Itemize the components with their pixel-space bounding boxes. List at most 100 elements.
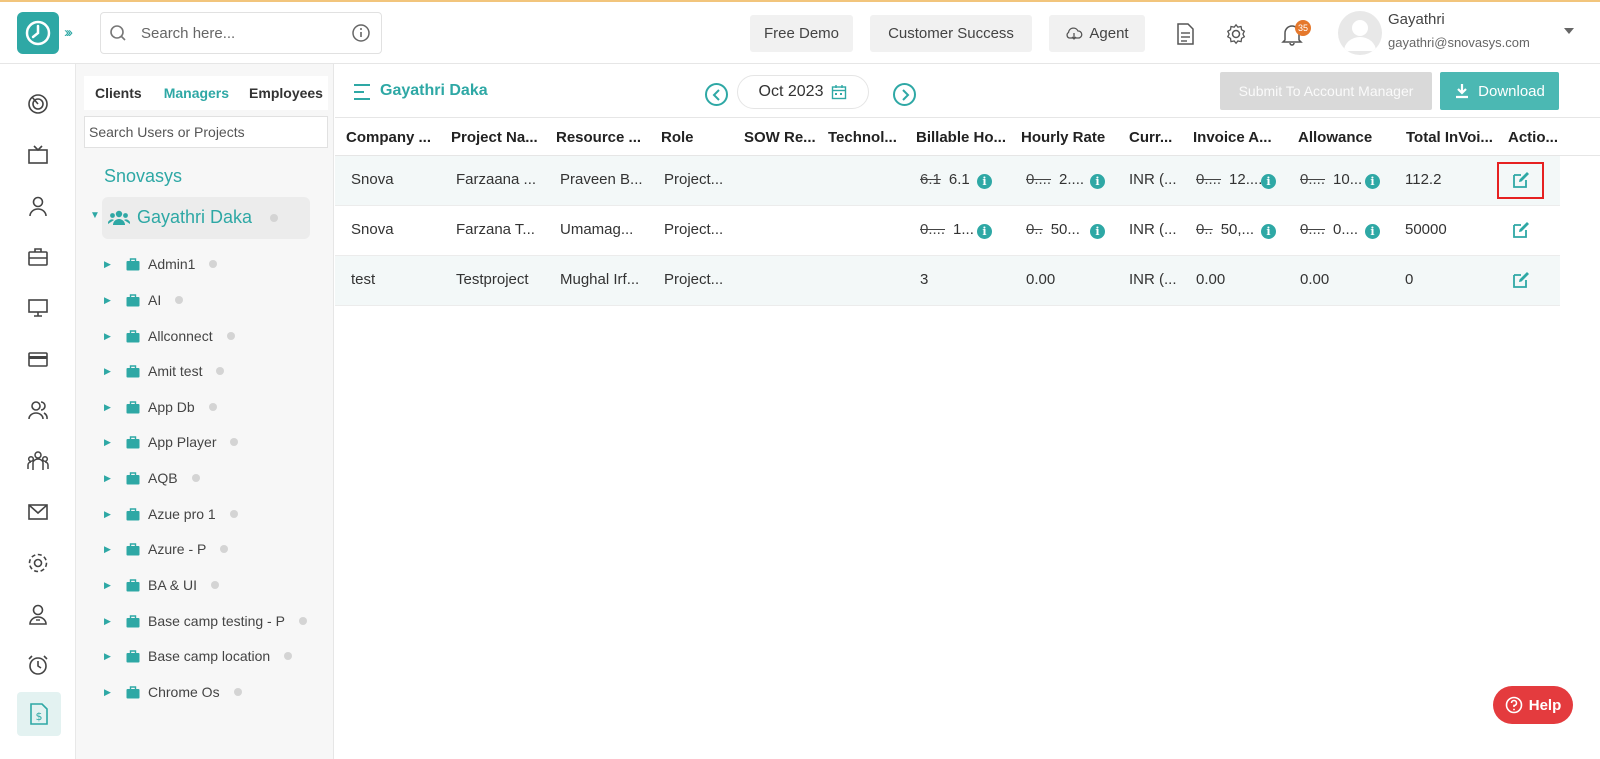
tree-project-item[interactable]: ▶ AI [104, 290, 184, 310]
expand-caret-icon[interactable]: ▶ [104, 544, 126, 555]
tree-project-item[interactable]: ▶ Amit test [104, 361, 225, 381]
expand-caret-icon[interactable]: ▶ [104, 616, 126, 627]
manager-node[interactable]: Gayathri Daka [102, 197, 310, 239]
search-input[interactable] [141, 24, 331, 42]
status-dot [233, 688, 242, 696]
next-month-icon[interactable] [893, 83, 916, 106]
expand-caret-icon[interactable]: ▶ [104, 651, 126, 662]
help-button[interactable]: Help [1493, 686, 1573, 724]
user-icon[interactable] [24, 192, 52, 220]
tab-employees[interactable]: Employees [249, 85, 323, 101]
tv-icon[interactable] [24, 141, 52, 169]
table-row[interactable]: test Testproject Mughal Irf... Project... 3 0… [335, 256, 1560, 306]
tree-project-item[interactable]: ▶ AQB [104, 468, 200, 488]
col-sow[interactable]: SOW Re... [744, 129, 816, 146]
tree-project-item[interactable]: ▶ Azue pro 1 [104, 504, 238, 524]
expand-caret-icon[interactable]: ▶ [104, 331, 126, 342]
col-allowance[interactable]: Allowance [1298, 129, 1372, 146]
free-demo-button[interactable]: Free Demo [750, 15, 853, 52]
download-button[interactable]: Download [1440, 72, 1559, 110]
table-row[interactable]: Snova Farzana T... Umamag... Project... 0...… [335, 206, 1560, 256]
col-currency[interactable]: Curr... [1129, 129, 1172, 146]
col-technology[interactable]: Technol... [828, 129, 897, 146]
col-hourly-rate[interactable]: Hourly Rate [1021, 129, 1105, 146]
credit-card-icon[interactable] [24, 345, 52, 373]
info-circle-icon[interactable]: i [977, 222, 992, 239]
cell-role: Project... [664, 221, 724, 238]
edit-icon[interactable] [1511, 270, 1531, 290]
expand-caret-icon[interactable]: ▶ [104, 259, 126, 270]
org-name[interactable]: Snovasys [104, 166, 182, 187]
briefcase-icon [126, 471, 140, 484]
month-picker[interactable]: Oct 2023 [737, 75, 869, 109]
expand-caret-icon[interactable]: ▶ [104, 509, 126, 520]
tree-project-item[interactable]: ▶ App Player [104, 432, 239, 452]
menu-lines-icon[interactable] [352, 82, 372, 102]
expand-caret-icon[interactable]: ▶ [104, 473, 126, 484]
tree-project-item[interactable]: ▶ App Db [104, 397, 217, 417]
info-circle-icon[interactable]: i [1261, 172, 1276, 189]
new-value: 1... [953, 221, 974, 238]
dashboard-icon[interactable] [24, 90, 52, 118]
document-icon[interactable] [1171, 20, 1199, 48]
col-total-invoice[interactable]: Total InVoi... [1406, 129, 1493, 146]
tab-managers[interactable]: Managers [164, 85, 229, 101]
tree-project-item[interactable]: ▶ Chrome Os [104, 682, 242, 702]
briefcase-icon[interactable] [24, 243, 52, 271]
status-dot [270, 214, 278, 222]
user-menu-caret-icon[interactable] [1564, 28, 1574, 34]
edit-icon[interactable] [1511, 220, 1531, 240]
expand-caret-icon[interactable]: ▶ [104, 580, 126, 591]
col-resource[interactable]: Resource ... [556, 129, 641, 146]
settings-gear-icon[interactable] [1222, 20, 1250, 48]
info-circle-icon[interactable]: i [1090, 222, 1105, 239]
tab-clients[interactable]: Clients [95, 85, 142, 101]
info-circle-icon[interactable]: i [1365, 172, 1380, 189]
col-company[interactable]: Company ... [346, 129, 431, 146]
info-circle-icon[interactable]: i [1090, 172, 1105, 189]
briefcase-icon [126, 685, 140, 698]
old-value: 0.... [920, 221, 946, 238]
tree-project-item[interactable]: ▶ Base camp testing - P [104, 611, 307, 631]
team-icon[interactable] [24, 447, 52, 475]
user-avatar[interactable] [1338, 11, 1382, 55]
alarm-clock-icon[interactable] [24, 651, 52, 679]
invoice-icon[interactable]: $ [17, 692, 61, 736]
tree-project-item[interactable]: ▶ Base camp location [104, 646, 293, 666]
app-logo[interactable] [17, 12, 59, 54]
tree-project-item[interactable]: ▶ Azure - P [104, 539, 229, 559]
agent-button[interactable]: Agent [1049, 15, 1145, 52]
col-project[interactable]: Project Na... [451, 129, 538, 146]
users-icon[interactable] [24, 396, 52, 424]
col-billable-hours[interactable]: Billable Ho... [916, 129, 1006, 146]
profile-badge-icon[interactable] [24, 600, 52, 628]
settings-icon[interactable] [24, 549, 52, 577]
submit-to-account-manager-button[interactable]: Submit To Account Manager [1220, 72, 1432, 110]
col-invoice-amount[interactable]: Invoice A... [1193, 129, 1272, 146]
mail-icon[interactable] [24, 498, 52, 526]
collapse-caret-icon[interactable]: ▼ [90, 210, 100, 221]
cell-total: 112.2 [1405, 171, 1442, 188]
expand-caret-icon[interactable]: ▶ [104, 437, 126, 448]
info-icon[interactable] [351, 23, 371, 43]
col-actions[interactable]: Actio... [1508, 129, 1558, 146]
old-value: 0.... [1300, 171, 1326, 188]
tree-search-input[interactable] [85, 117, 327, 147]
tree-project-item[interactable]: ▶ Admin1 [104, 254, 218, 274]
info-circle-icon[interactable]: i [1365, 222, 1380, 239]
info-circle-icon[interactable]: i [977, 172, 992, 189]
monitor-icon[interactable] [24, 294, 52, 322]
table-row[interactable]: Snova Farzaana ... Praveen B... Project... 6… [335, 156, 1560, 206]
expand-caret-icon[interactable]: ▶ [104, 295, 126, 306]
col-role[interactable]: Role [661, 129, 694, 146]
info-circle-icon[interactable]: i [1261, 222, 1276, 239]
customer-success-button[interactable]: Customer Success [870, 15, 1032, 52]
calendar-icon [832, 85, 847, 100]
prev-month-icon[interactable] [705, 83, 728, 106]
expand-menu-icon[interactable]: ››› [64, 24, 73, 41]
expand-caret-icon[interactable]: ▶ [104, 687, 126, 698]
expand-caret-icon[interactable]: ▶ [104, 366, 126, 377]
tree-project-item[interactable]: ▶ BA & UI [104, 575, 220, 595]
tree-project-item[interactable]: ▶ Allconnect [104, 326, 235, 346]
expand-caret-icon[interactable]: ▶ [104, 402, 126, 413]
